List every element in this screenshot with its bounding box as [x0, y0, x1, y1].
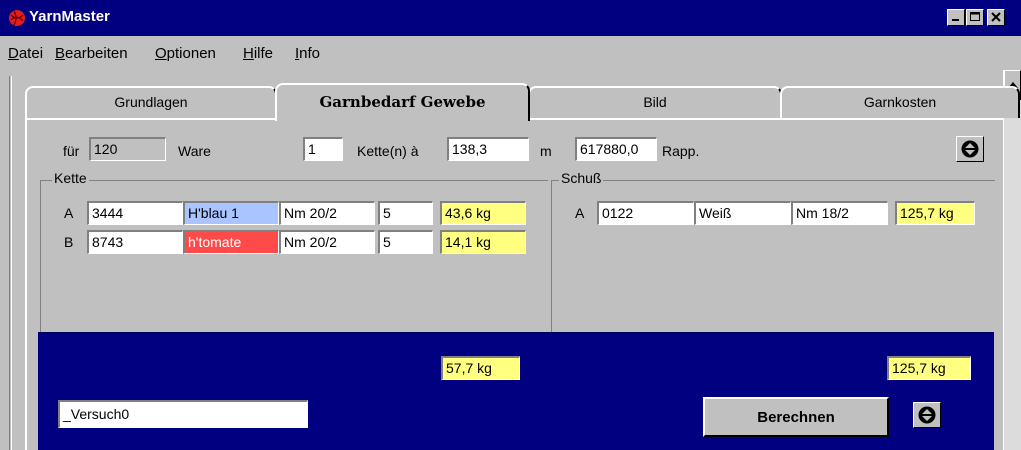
- schuss-a-number-input[interactable]: 0122: [597, 201, 694, 225]
- menu-optionen[interactable]: Optionen: [155, 45, 216, 62]
- schuss-a-weight: 125,7 kg: [895, 201, 975, 225]
- schuss-a-nm-input[interactable]: Nm 18/2: [791, 201, 888, 225]
- tab-grundlagen[interactable]: Grundlagen: [25, 86, 277, 118]
- yarn-ball-icon: [9, 10, 25, 26]
- window-title: YarnMaster: [29, 8, 110, 25]
- minimize-button[interactable]: [947, 9, 965, 26]
- updown-arrows-icon: [961, 140, 979, 158]
- title-bar: YarnMaster: [0, 0, 1021, 36]
- schuss-a-color-field[interactable]: Weiß: [694, 201, 791, 225]
- spin-button-top[interactable]: [956, 136, 984, 162]
- menu-info[interactable]: Info: [295, 45, 320, 62]
- schuss-group-title: Schuß: [559, 170, 604, 186]
- version-name-input[interactable]: _Versuch0: [58, 400, 308, 428]
- berechnen-button[interactable]: Berechnen: [703, 397, 889, 437]
- spin-button-bottom[interactable]: [913, 402, 941, 428]
- fuer-field: 120: [89, 137, 166, 161]
- kette-a-number-input[interactable]: 3444: [87, 201, 183, 225]
- menu-hilfe-mnemonic: H: [243, 45, 254, 62]
- updown-arrows-icon: [918, 406, 936, 424]
- menu-optionen-label: ptionen: [166, 45, 216, 62]
- kette-length-input[interactable]: 138,3: [447, 137, 529, 161]
- kette-a-count-input[interactable]: 5: [378, 201, 433, 225]
- menu-info-label: nfo: [299, 45, 321, 62]
- maximize-icon: [970, 12, 980, 21]
- kette-a-color-swatch[interactable]: H'blau 1: [183, 201, 279, 225]
- menu-bearbeiten-mnemonic: B: [55, 45, 66, 62]
- close-button[interactable]: [987, 9, 1005, 26]
- kette-b-nm-input[interactable]: Nm 20/2: [279, 230, 375, 254]
- menu-datei[interactable]: Datei: [8, 45, 43, 62]
- maximize-button[interactable]: [966, 9, 984, 26]
- kette-row-a-letter: A: [64, 205, 74, 221]
- kette-count-input[interactable]: 1: [303, 137, 343, 161]
- menu-hilfe[interactable]: Hilfe: [243, 45, 273, 62]
- tab-bild[interactable]: Bild: [528, 86, 782, 118]
- kette-total-weight: 57,7 kg: [441, 356, 520, 380]
- kette-a-label: Kette(n) à: [357, 143, 419, 159]
- schuss-row-a-letter: A: [575, 205, 585, 221]
- rapport-field[interactable]: 617880,0: [575, 137, 657, 161]
- menu-bearbeiten-label: earbeiten: [65, 45, 128, 62]
- meter-label: m: [540, 143, 552, 159]
- kette-row-b-letter: B: [64, 234, 74, 250]
- kette-b-weight: 14,1 kg: [440, 230, 526, 254]
- menu-datei-mnemonic: D: [8, 45, 19, 62]
- menu-bearbeiten[interactable]: Bearbeiten: [55, 45, 128, 62]
- close-icon: [991, 12, 1001, 22]
- fuer-label: für: [63, 143, 80, 159]
- kette-group-title: Kette: [52, 170, 89, 186]
- vertical-scrollbar[interactable]: [1003, 70, 1021, 450]
- frame-border: [9, 76, 12, 450]
- tab-garnbedarf-gewebe[interactable]: Garnbedarf Gewebe: [275, 83, 530, 121]
- kette-a-nm-input[interactable]: Nm 20/2: [279, 201, 375, 225]
- tab-garnkosten[interactable]: Garnkosten: [780, 86, 1020, 118]
- menu-optionen-mnemonic: O: [155, 45, 167, 62]
- minimize-icon: [952, 19, 959, 21]
- ware-label: Ware: [178, 143, 211, 159]
- rapp-label: Rapp.: [662, 143, 700, 159]
- kette-a-weight: 43,6 kg: [440, 201, 526, 225]
- kette-b-number-input[interactable]: 8743: [87, 230, 183, 254]
- menu-hilfe-label: ilfe: [253, 45, 274, 62]
- menu-bar: Datei Bearbeiten Optionen Hilfe Info: [0, 36, 1021, 70]
- kette-b-count-input[interactable]: 5: [378, 230, 433, 254]
- kette-b-color-swatch[interactable]: h'tomate: [183, 230, 279, 254]
- schuss-total-weight: 125,7 kg: [887, 356, 971, 380]
- menu-datei-label: atei: [18, 45, 44, 62]
